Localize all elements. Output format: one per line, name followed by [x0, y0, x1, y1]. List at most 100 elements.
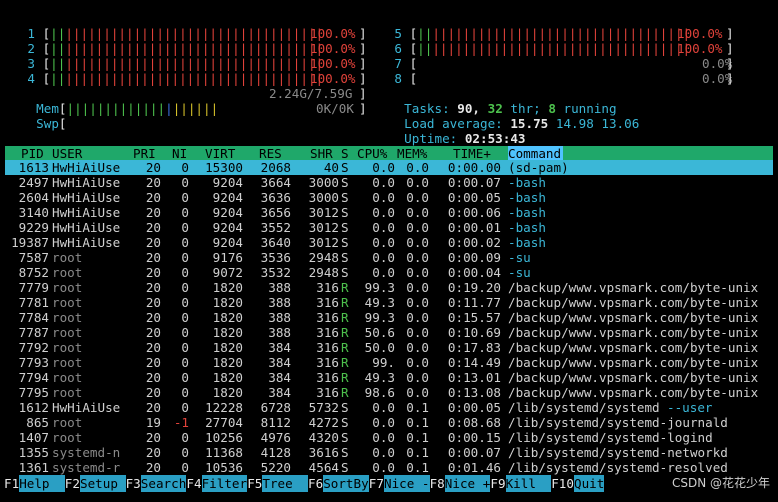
process-row[interactable]: 7794 root 20 0 1820 384 316 R 49.3 0.0 0:13.01/bac…	[5, 370, 773, 385]
cell-command: /backup/www.vpsmark.com/byte-unix	[508, 385, 759, 400]
process-row[interactable]: 9229 HwHiAiUse 20 0 9204 3552 3012 S 0.0 0.0 0:00.…	[5, 220, 773, 235]
process-row[interactable]: 1613 HwHiAiUse 20 0 15300 2068 40 S 0.0 0.0 0:00.0…	[5, 160, 773, 175]
cell-shr: 4320	[308, 430, 339, 445]
cpu-bar-high: ||||||||||||||||||||||||||||||||||	[432, 41, 691, 56]
process-row[interactable]: 3140 HwHiAiUse 20 0 9204 3656 3012 S 0.0 0.0 0:00.…	[5, 205, 773, 220]
cell-pri: 20	[145, 385, 161, 400]
process-row[interactable]: 8752 root 20 0 9072 3532 2948 S 0.0 0.0 0:00.04 -su	[5, 265, 773, 280]
cell-cpu: 0.0	[372, 205, 395, 220]
process-row[interactable]: 7792 root 20 0 1820 384 316 R 50.0 0.0 0:17.83/bac…	[5, 340, 773, 355]
col-mem[interactable]: MEM%	[397, 146, 427, 161]
cpu-number: 6	[394, 41, 402, 56]
col-s[interactable]: S	[341, 146, 349, 161]
process-row[interactable]: 7795 root 20 0 1820 384 316 R 98.6 0.0 0:13.08/bac…	[5, 385, 773, 400]
col-virt[interactable]: VIRT	[205, 146, 235, 161]
fkey-f8[interactable]: F8	[429, 475, 445, 492]
process-row[interactable]: 1612 HwHiAiUse 20 0 12228 6728 5732 S 0.0 0.1 0:00…	[5, 400, 773, 415]
cell-virt: 9204	[212, 205, 243, 220]
cpu-bar-low: ||	[417, 41, 433, 56]
cell-virt: 1820	[212, 370, 243, 385]
fkey-f10[interactable]: F10	[551, 475, 574, 492]
process-row[interactable]: 1361 systemd-r 20 0 10536 5220 4564 S 0.0 0.1 0:01…	[5, 460, 773, 475]
fkey-f1[interactable]: F1	[4, 475, 20, 492]
cpu-meter-4: 4 [||||||||||||||||||||||||||||||||||||	[21, 71, 323, 86]
cell-command: /lib/systemd/systemd-networkd	[508, 445, 728, 460]
cell-command: /lib/systemd/systemd-resolved	[508, 460, 728, 475]
cell-command: /backup/www.vpsmark.com/byte-unix	[508, 340, 759, 355]
col-user[interactable]: USER	[52, 146, 82, 161]
process-row[interactable]: 7779 root 20 0 1820 388 316 R 99.3 0.0 0:19.20/bac…	[5, 280, 773, 295]
fkey-label-f4[interactable]: Filter	[201, 475, 248, 492]
fkey-label-f5[interactable]: Tree	[262, 475, 308, 492]
cell-virt: 1820	[212, 310, 243, 325]
cell-s: S	[341, 430, 349, 445]
cell-s: R	[341, 310, 349, 325]
cell-res: 384	[268, 370, 291, 385]
cell-cpu: 99.3	[364, 280, 395, 295]
fkey-f3[interactable]: F3	[125, 475, 141, 492]
fkey-f5[interactable]: F5	[247, 475, 263, 492]
col-pri[interactable]: PRI	[133, 146, 156, 161]
cell-res: 3640	[260, 235, 291, 250]
process-row[interactable]: 7587 root 20 0 9176 3536 2948 S 0.0 0.0 0:00.09 -su	[5, 250, 773, 265]
process-row[interactable]: 1407 root 20 0 10256 4976 4320 S 0.0 0.1 0:00.15/l…	[5, 430, 773, 445]
process-row[interactable]: 7787 root 20 0 1820 388 316 R 50.6 0.0 0:10.69/bac…	[5, 325, 773, 340]
fkey-f2[interactable]: F2	[64, 475, 80, 492]
cell-pri: 20	[145, 250, 161, 265]
cell-virt: 9204	[212, 190, 243, 205]
process-row[interactable]: 2497 HwHiAiUse 20 0 9204 3664 3000 S 0.0 0.0 0:00.…	[5, 175, 773, 190]
col-shr[interactable]: SHR	[310, 146, 333, 161]
cell-virt: 27704	[205, 415, 243, 430]
cpu-number: 1	[27, 26, 35, 41]
fkey-label-f10[interactable]: Quit	[574, 475, 605, 492]
process-row[interactable]: 1355 systemd-n 20 0 11368 4128 3616 S 0.0 0.1 0:00…	[5, 445, 773, 460]
cell-shr: 3012	[308, 235, 339, 250]
fkey-label-f1[interactable]: Help	[19, 475, 65, 492]
col-pid[interactable]: PID	[21, 146, 44, 161]
cell-cpu: 0.0	[372, 460, 395, 475]
cell-pid: 7779	[18, 280, 49, 295]
cell-command: /backup/www.vpsmark.com/byte-unix	[508, 280, 759, 295]
cell-shr: 316	[316, 325, 339, 340]
col-command[interactable]: Command	[508, 146, 564, 161]
fkey-f6[interactable]: F6	[308, 475, 324, 492]
fkey-label-f3[interactable]: Search	[140, 475, 187, 492]
mem-meter: Mem[||||||||||||||||||||	[36, 101, 219, 116]
fkey-f4[interactable]: F4	[186, 475, 202, 492]
fkey-f7[interactable]: F7	[368, 475, 384, 492]
fkey-label-f6[interactable]: SortBy	[323, 475, 369, 492]
process-row[interactable]: 7781 root 20 0 1820 388 316 R 49.3 0.0 0:11.77/bac…	[5, 295, 773, 310]
col-time[interactable]: TIME+	[453, 146, 491, 161]
cell-virt: 9204	[212, 220, 243, 235]
cell-pid: 19387	[11, 235, 49, 250]
col-res[interactable]: RES	[259, 146, 282, 161]
cpu-number: 3	[27, 56, 35, 71]
cell-s: S	[341, 460, 349, 475]
cell-cpu: 0.0	[372, 175, 395, 190]
process-row[interactable]: 865 root 19 -1 27704 8112 4272 S 0.0 0.1 0:08.68/l…	[5, 415, 773, 430]
cpu-number: 5	[394, 26, 402, 41]
cell-mem: 0.0	[406, 280, 429, 295]
cpu-percent: 100.0%	[677, 26, 723, 41]
cell-time: 0:11.77	[447, 295, 501, 310]
cell-mem: 0.0	[406, 340, 429, 355]
fkey-label-f9[interactable]: Kill	[505, 475, 552, 492]
cell-pri: 20	[145, 310, 161, 325]
col-ni[interactable]: NI	[172, 146, 187, 161]
process-row[interactable]: 7784 root 20 0 1820 388 316 R 99.3 0.0 0:15.57/bac…	[5, 310, 773, 325]
fkey-label-f8[interactable]: Nice +	[444, 475, 491, 492]
cell-virt: 11368	[205, 445, 243, 460]
fkey-label-f7[interactable]: Nice -	[384, 475, 430, 492]
cell-shr: 5732	[308, 400, 339, 415]
process-row[interactable]: 7793 root 20 0 1820 384 316 R 99. 0.0 0:14.49/back…	[5, 355, 773, 370]
fkey-label-f2[interactable]: Setup	[80, 475, 126, 492]
process-row[interactable]: 19387 HwHiAiUse 20 0 9204 3640 3012 S 0.0 0.0 0:00…	[5, 235, 773, 250]
cell-s: S	[341, 205, 349, 220]
process-row[interactable]: 2604 HwHiAiUse 20 0 9204 3636 3000 S 0.0 0.0 0:00.…	[5, 190, 773, 205]
fkey-f9[interactable]: F9	[490, 475, 506, 492]
cell-user: systemd-n	[52, 445, 121, 460]
cpu-bar-high: ||||||||||||||||||||||||||||||||||	[65, 41, 324, 56]
col-cpu[interactable]: CPU%	[357, 146, 387, 161]
cell-time: 0:00.07	[447, 175, 501, 190]
cell-shr: 3000	[308, 190, 339, 205]
